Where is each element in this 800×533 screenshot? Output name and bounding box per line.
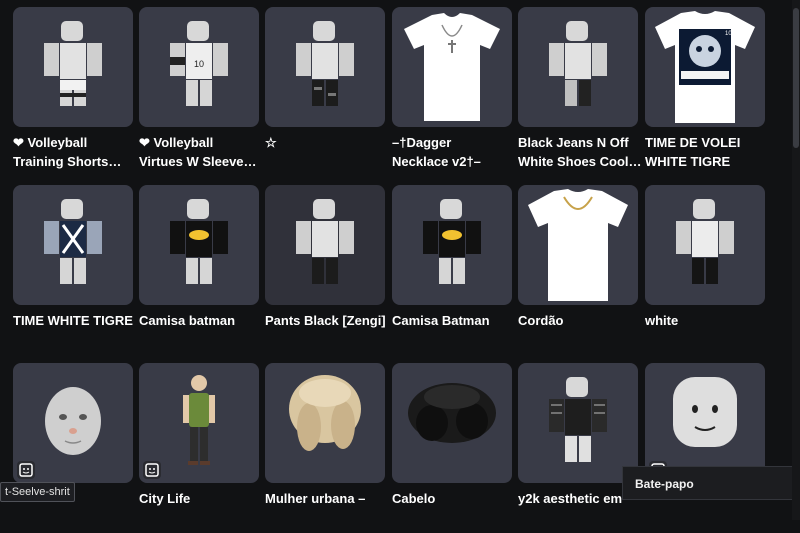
inventory-item[interactable]: City Life	[139, 363, 259, 527]
inventory-item[interactable]	[645, 363, 765, 527]
inventory-item[interactable]: Cabelo	[392, 363, 512, 527]
avatar-plaid-icon	[549, 377, 607, 462]
tshirt-necklace-icon	[404, 13, 500, 121]
item-thumbnail[interactable]	[518, 363, 638, 483]
chat-tab[interactable]: Bate-papo	[622, 466, 800, 500]
item-name-line2: Training Shorts…	[13, 154, 122, 169]
inventory-item[interactable]: Pants Black [Zengi]	[265, 185, 386, 349]
item-name[interactable]: Black Jeans N Off White Shoes Cool…	[518, 133, 642, 171]
item-thumbnail[interactable]	[265, 7, 385, 127]
avatar-zengi-pants-icon	[296, 199, 354, 284]
inventory-item[interactable]: 10 TIME DE VOLEI WHITE TIGRE	[645, 7, 765, 171]
item-name-line2: WHITE TIGRE	[645, 154, 731, 169]
item-thumbnail[interactable]: 10	[139, 7, 259, 127]
item-name-line1: ❤ Volleyball	[139, 135, 214, 150]
avatar-batman-icon	[170, 199, 228, 284]
item-thumbnail[interactable]	[645, 185, 765, 305]
item-name-line1: Cabelo	[392, 491, 436, 506]
item-name-line1: ❤ Volleyball	[13, 135, 88, 150]
inventory-item[interactable]	[13, 363, 133, 527]
item-name[interactable]: Mulher urbana –	[265, 489, 389, 527]
item-thumbnail[interactable]	[139, 185, 259, 305]
inventory-item[interactable]: Cordão	[518, 185, 638, 349]
svg-text:10: 10	[194, 59, 204, 69]
avatar-black-pants-icon	[296, 21, 354, 106]
item-thumbnail[interactable]	[645, 363, 765, 483]
item-thumbnail[interactable]	[13, 7, 133, 127]
item-name-line2: Virtues W Sleeve…	[139, 154, 257, 169]
item-name[interactable]: TIME DE VOLEI WHITE TIGRE	[645, 133, 769, 171]
item-name[interactable]: –†Dagger Necklace v2†–	[392, 133, 516, 171]
tooltip: t-Seelve-shrit	[0, 482, 75, 502]
inventory-item[interactable]: Black Jeans N Off White Shoes Cool…	[518, 7, 642, 171]
inventory-item[interactable]: –†Dagger Necklace v2†–	[392, 7, 512, 171]
item-name-line1: white	[645, 313, 679, 328]
item-name-line1: Cordão	[518, 313, 564, 328]
item-name[interactable]: ☆	[265, 133, 389, 171]
item-thumbnail[interactable]	[518, 185, 638, 305]
item-thumbnail[interactable]	[265, 363, 385, 483]
bundle-badge-icon	[17, 461, 35, 479]
inventory-item[interactable]: TIME WHITE TIGRE	[13, 185, 133, 349]
item-name-line1: Mulher urbana –	[265, 491, 366, 506]
item-name[interactable]: Camisa Batman	[392, 311, 516, 349]
item-thumbnail[interactable]	[392, 363, 512, 483]
inventory-item[interactable]: 10 ❤ Volleyball Virtues W Sleeve…	[139, 7, 259, 171]
avatar-white-black-pants-icon	[676, 199, 734, 284]
item-thumbnail[interactable]	[13, 363, 133, 483]
chat-label: Bate-papo	[635, 477, 694, 491]
inventory-item[interactable]: ☆	[265, 7, 385, 171]
inventory-item[interactable]: white	[645, 185, 765, 349]
avatar-jersey-10-icon: 10	[170, 21, 228, 106]
item-name[interactable]: Camisa batman	[139, 311, 263, 349]
black-hair-icon	[408, 383, 496, 443]
item-thumbnail[interactable]: 10	[645, 7, 765, 127]
item-name-line2: Necklace v2†–	[392, 154, 481, 169]
blonde-hair-icon	[289, 375, 361, 451]
inventory-item[interactable]: y2k aesthetic em	[518, 363, 638, 527]
item-name[interactable]: Cabelo	[392, 489, 516, 527]
bundle-badge-icon	[143, 461, 161, 479]
item-name[interactable]: white	[645, 311, 769, 349]
item-name-line1: Camisa batman	[139, 313, 236, 328]
inventory-item[interactable]: Mulher urbana –	[265, 363, 385, 527]
item-name[interactable]: ❤ Volleyball Virtues W Sleeve…	[139, 133, 263, 171]
item-name[interactable]: Cordão	[518, 311, 642, 349]
item-name[interactable]: City Life	[139, 489, 263, 527]
item-name-line1: TIME WHITE TIGRE	[13, 313, 133, 328]
item-name-line1: Black Jeans N Off	[518, 135, 629, 150]
item-name-line1: ☆	[265, 135, 277, 150]
avatar-batman-2-icon	[423, 199, 481, 284]
inventory-item[interactable]: Camisa Batman	[392, 185, 512, 349]
item-thumbnail[interactable]	[392, 185, 512, 305]
scrollbar-thumb[interactable]	[793, 8, 799, 148]
item-name-line1: TIME DE VOLEI	[645, 135, 741, 150]
item-name-line1: Pants Black [Zengi]	[265, 313, 386, 328]
item-name-line2: White Shoes Cool…	[518, 154, 642, 169]
avatar-white-shorts-icon	[44, 21, 102, 106]
avatar-tiger-shirt-icon	[44, 199, 102, 284]
item-name[interactable]: Pants Black [Zengi]	[265, 311, 389, 349]
item-name-line1: Camisa Batman	[392, 313, 490, 328]
item-name-line1: –†Dagger	[392, 135, 452, 150]
item-thumbnail[interactable]	[13, 185, 133, 305]
scrollbar[interactable]	[792, 0, 800, 520]
svg-text:10: 10	[725, 31, 732, 37]
item-name[interactable]: TIME WHITE TIGRE	[13, 311, 137, 349]
tshirt-white-tiger-icon: 10	[655, 11, 755, 123]
avatar-black-jeans-icon	[549, 21, 607, 106]
inventory-item[interactable]: Camisa batman	[139, 185, 259, 349]
item-thumbnail[interactable]	[265, 185, 385, 305]
item-name[interactable]: ❤ Volleyball Training Shorts…	[13, 133, 137, 171]
item-name-line1: City Life	[139, 491, 191, 506]
inventory-item[interactable]: ❤ Volleyball Training Shorts…	[13, 7, 133, 171]
tshirt-gold-chain-icon	[528, 189, 628, 301]
item-thumbnail[interactable]	[392, 7, 512, 127]
item-thumbnail[interactable]	[139, 363, 259, 483]
item-thumbnail[interactable]	[518, 7, 638, 127]
